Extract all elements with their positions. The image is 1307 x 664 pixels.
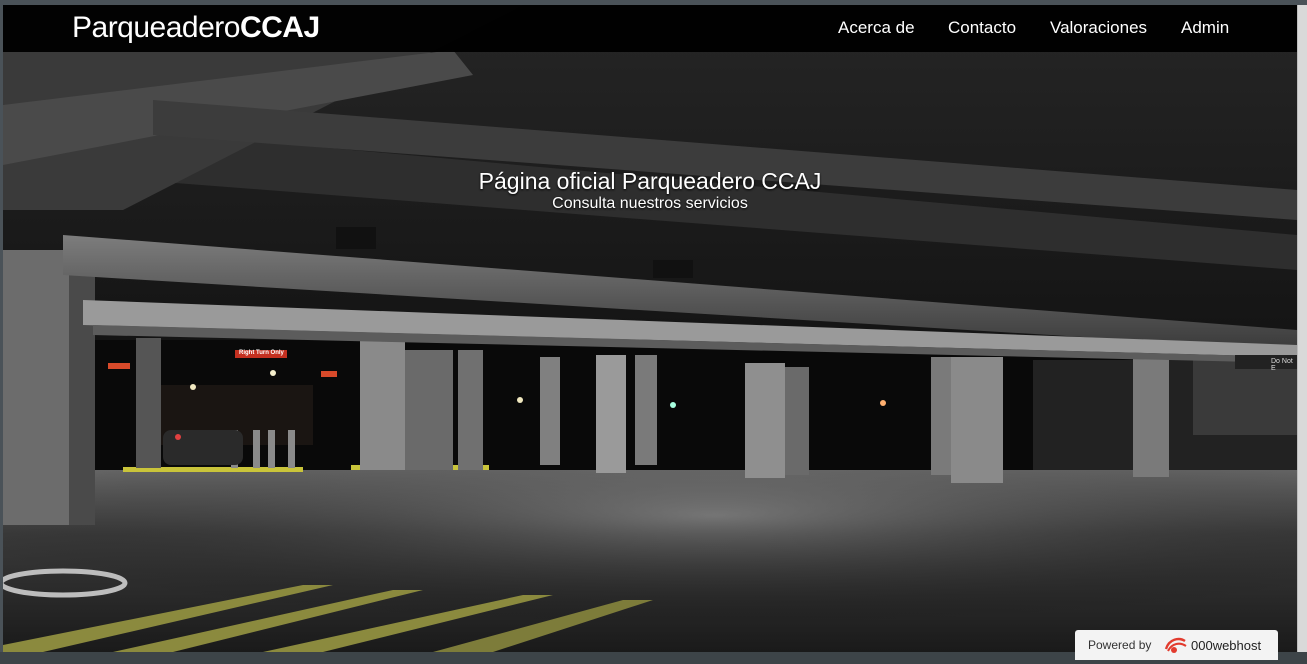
nav-link-acerca-de[interactable]: Acerca de — [838, 18, 915, 38]
site-brand[interactable]: ParqueaderoCCAJ — [72, 11, 320, 45]
nav-link-valoraciones[interactable]: Valoraciones — [1050, 18, 1147, 38]
vertical-scrollbar[interactable] — [1297, 5, 1307, 652]
hero-title: Página oficial Parqueadero CCAJ — [478, 168, 822, 194]
top-navbar: ParqueaderoCCAJ Acerca de Contacto Valor… — [3, 5, 1297, 52]
nav-link-contacto[interactable]: Contacto — [948, 18, 1016, 38]
nav-link-admin[interactable]: Admin — [1181, 18, 1229, 38]
powered-by-badge[interactable]: Powered by 000webhost — [1075, 630, 1278, 660]
webhost-logo-icon — [1164, 637, 1187, 653]
sign-do-not-enter: Do Not E — [1271, 358, 1293, 372]
browser-viewport: Right Turn Only Do Not E ParqueaderoCCAJ… — [3, 5, 1297, 652]
sign-right-turn-only: Right Turn Only — [239, 350, 284, 356]
hero-subtitle: Consulta nuestros servicios — [552, 195, 748, 212]
powered-by-label: Powered by — [1088, 638, 1152, 652]
brand-bold-text: CCAJ — [239, 11, 320, 44]
webhost-brand-label: 000webhost — [1191, 638, 1262, 653]
brand-light-text: Parqueadero — [72, 11, 240, 44]
hero-background-image — [3, 5, 1297, 652]
